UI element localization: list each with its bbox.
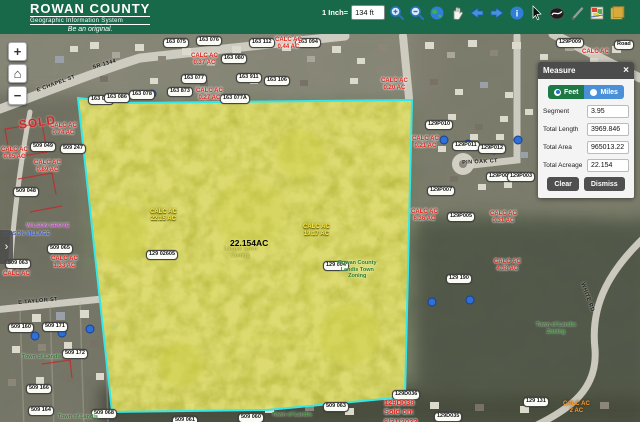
measure-panel-header[interactable]: Measure × <box>538 62 634 79</box>
map-toolbar: 1 Inch= i <box>322 4 625 21</box>
identify-info-icon[interactable]: i <box>508 4 525 21</box>
measure-field-label: Total Length <box>543 126 578 133</box>
zoom-controls: + ⌂ − <box>8 42 27 108</box>
dismiss-button[interactable]: Dismiss <box>584 177 625 191</box>
clear-button[interactable]: Clear <box>547 177 579 191</box>
header-bar: ROWAN COUNTY Geographic Information Syst… <box>0 0 640 34</box>
full-extent-globe-icon[interactable] <box>428 4 445 21</box>
layers-icon[interactable] <box>608 4 625 21</box>
unit-label: Miles <box>600 89 618 96</box>
measure-icon[interactable] <box>548 4 565 21</box>
measure-field-value[interactable] <box>587 141 629 154</box>
unit-miles-button[interactable]: Miles <box>584 85 624 99</box>
measure-buttons: Clear Dismiss <box>543 177 629 191</box>
measure-panel-body: Feet Miles Segment Total Length Total Area T… <box>538 79 634 198</box>
pan-hand-icon[interactable] <box>448 4 465 21</box>
gis-application: ROWAN COUNTY Geographic Information Syst… <box>0 0 640 422</box>
logo-subtitle: Geographic Information System <box>30 16 150 25</box>
logo-tagline: Be an original. <box>30 26 150 33</box>
select-pointer-icon[interactable] <box>528 4 545 21</box>
measure-field-row: Total Area <box>543 141 629 154</box>
measure-fields: Segment Total Length Total Area Total Acrea… <box>543 105 629 172</box>
selected-parcel[interactable] <box>60 84 430 422</box>
scale-label: 1 Inch= <box>322 8 348 17</box>
measure-field-label: Total Acreage <box>543 162 582 169</box>
measure-field-value[interactable] <box>587 105 629 118</box>
measure-field-row: Segment <box>543 105 629 118</box>
measure-field-label: Total Area <box>543 144 572 151</box>
measure-panel-title: Measure <box>543 66 575 75</box>
measure-field-value[interactable] <box>587 159 629 172</box>
county-logo: ROWAN COUNTY Geographic Information Syst… <box>30 2 150 33</box>
measure-field-label: Segment <box>543 108 569 115</box>
scale-input[interactable] <box>351 5 385 20</box>
measure-panel: Measure × Feet Miles Segment Total Length T… <box>538 62 634 198</box>
svg-text:i: i <box>515 8 518 18</box>
previous-extent-icon[interactable] <box>468 4 485 21</box>
zoom-in-icon[interactable] <box>388 4 405 21</box>
logo-title: ROWAN COUNTY <box>30 2 150 15</box>
close-icon[interactable]: × <box>623 66 629 76</box>
sidebar-expand-tab[interactable]: › <box>0 230 13 264</box>
measure-field-row: Total Length <box>543 123 629 136</box>
unit-toggle: Feet Miles <box>543 85 629 99</box>
unit-label: Feet <box>564 89 578 96</box>
zoom-out-button[interactable]: − <box>8 86 27 105</box>
draw-icon[interactable] <box>568 4 585 21</box>
home-extent-button[interactable]: ⌂ <box>8 64 27 83</box>
radio-icon <box>554 89 561 96</box>
zoom-out-icon[interactable] <box>408 4 425 21</box>
measure-field-value[interactable] <box>587 123 629 136</box>
next-extent-icon[interactable] <box>488 4 505 21</box>
measure-field-row: Total Acreage <box>543 159 629 172</box>
unit-feet-button[interactable]: Feet <box>548 85 584 99</box>
zoom-in-button[interactable]: + <box>8 42 27 61</box>
radio-icon <box>590 89 597 96</box>
map-print-icon[interactable] <box>588 4 605 21</box>
